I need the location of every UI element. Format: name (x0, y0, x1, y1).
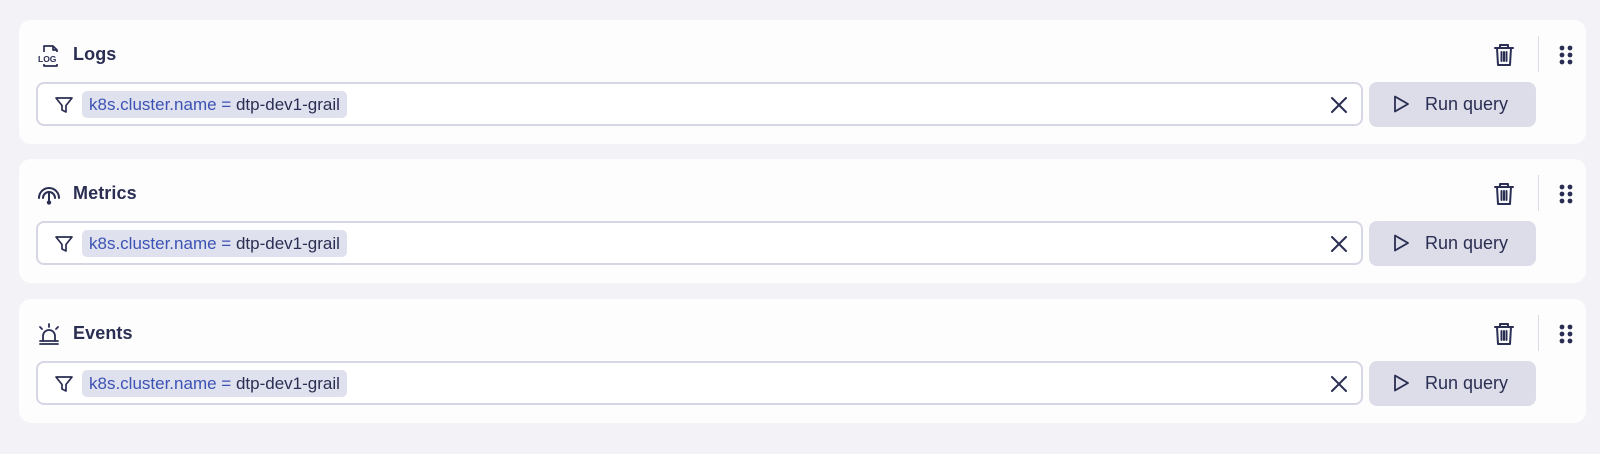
divider (1538, 315, 1539, 351)
filter-icon (53, 233, 75, 255)
drag-handle[interactable] (1551, 179, 1581, 209)
filter-operator: = (221, 95, 232, 114)
filter-chip[interactable]: k8s.cluster.name = dtp-dev1-grail (82, 91, 347, 118)
filter-value: dtp-dev1-grail (235, 374, 340, 393)
filter-icon (53, 373, 75, 395)
filter-value: dtp-dev1-grail (235, 95, 340, 114)
close-icon (1331, 376, 1347, 392)
clear-filter-button[interactable] (1328, 94, 1350, 116)
filter-operator: = (221, 234, 232, 253)
metrics-section: Metrics k8s.cluster.name = dtp-dev1-grai… (19, 159, 1586, 283)
run-query-button[interactable]: Run query (1369, 221, 1536, 266)
logs-section: LOG Logs k8s.cluster.name = dtp-dev1-gra… (19, 20, 1586, 144)
filter-input[interactable]: k8s.cluster.name = dtp-dev1-grail (36, 82, 1363, 126)
trash-icon (1494, 323, 1514, 345)
run-query-button[interactable]: Run query (1369, 82, 1536, 127)
delete-section-button[interactable] (1489, 179, 1519, 209)
drag-handle-icon (1559, 45, 1573, 65)
filter-key: k8s.cluster.name (89, 234, 217, 253)
gauge-icon (36, 181, 62, 207)
drag-handle[interactable] (1551, 319, 1581, 349)
divider (1538, 175, 1539, 211)
trash-icon (1494, 44, 1514, 66)
filter-chip[interactable]: k8s.cluster.name = dtp-dev1-grail (82, 370, 347, 397)
drag-handle-icon (1559, 184, 1573, 204)
run-query-label: Run query (1425, 373, 1509, 393)
close-icon (1331, 236, 1347, 252)
section-title: Logs (73, 44, 117, 64)
filter-icon (53, 94, 75, 116)
run-query-label: Run query (1425, 94, 1509, 114)
section-title: Metrics (73, 183, 137, 203)
filter-value: dtp-dev1-grail (235, 234, 340, 253)
play-icon (1391, 94, 1411, 114)
divider (1538, 36, 1539, 72)
run-query-label: Run query (1425, 233, 1509, 253)
run-query-button[interactable]: Run query (1369, 361, 1536, 406)
clear-filter-button[interactable] (1328, 233, 1350, 255)
events-section: Events k8s.cluster.name = dtp-dev1-grail (19, 299, 1586, 423)
play-icon (1391, 233, 1411, 253)
clear-filter-button[interactable] (1328, 373, 1350, 395)
siren-icon (36, 321, 62, 347)
delete-section-button[interactable] (1489, 319, 1519, 349)
close-icon (1331, 97, 1347, 113)
play-icon (1391, 373, 1411, 393)
filter-operator: = (221, 374, 232, 393)
drag-handle[interactable] (1551, 40, 1581, 70)
filter-chip[interactable]: k8s.cluster.name = dtp-dev1-grail (82, 230, 347, 257)
svg-text:LOG: LOG (38, 54, 57, 64)
log-file-icon: LOG (36, 42, 62, 68)
filter-input[interactable]: k8s.cluster.name = dtp-dev1-grail (36, 361, 1363, 405)
trash-icon (1494, 183, 1514, 205)
drag-handle-icon (1559, 324, 1573, 344)
filter-input[interactable]: k8s.cluster.name = dtp-dev1-grail (36, 221, 1363, 265)
filter-key: k8s.cluster.name (89, 374, 217, 393)
section-title: Events (73, 323, 133, 343)
filter-key: k8s.cluster.name (89, 95, 217, 114)
delete-section-button[interactable] (1489, 40, 1519, 70)
